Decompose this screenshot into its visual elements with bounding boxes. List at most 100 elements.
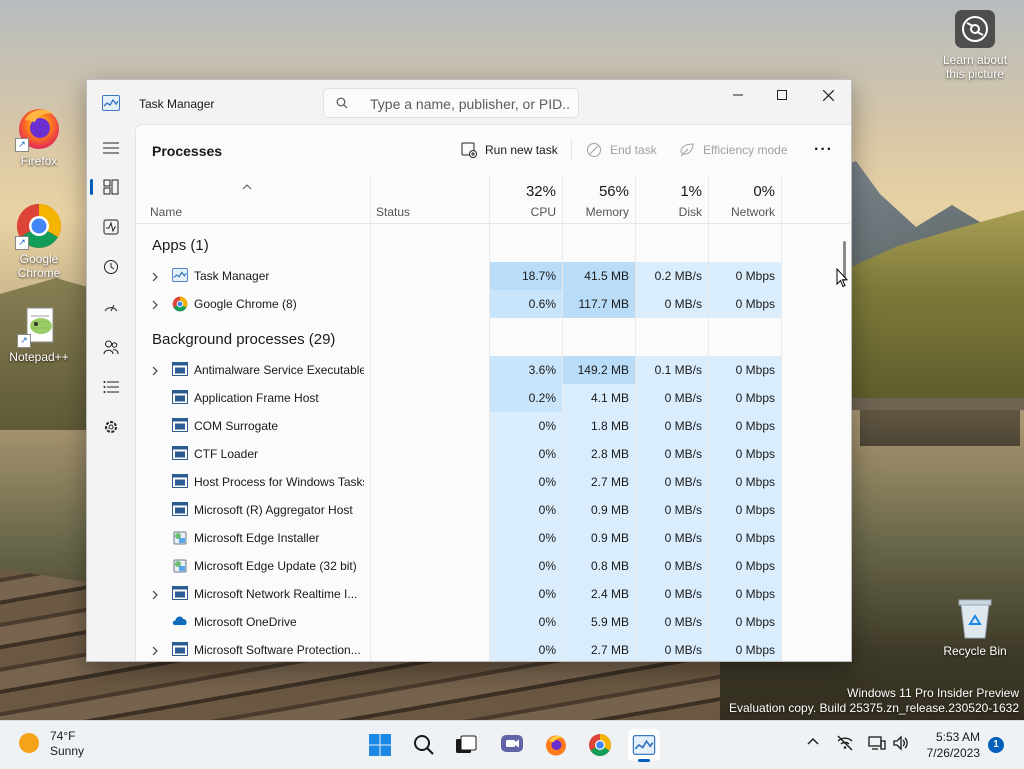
minimize-icon (733, 94, 743, 96)
details-icon (103, 381, 119, 393)
search-box[interactable] (323, 88, 579, 118)
sun-icon (18, 732, 40, 757)
more-options-button[interactable]: ··· (814, 137, 833, 163)
close-button[interactable] (805, 80, 851, 110)
network-off-icon[interactable] (836, 735, 854, 754)
minimize-button[interactable] (715, 80, 761, 110)
desktop-icon-notepad-plus-plus[interactable]: ↗ Notepad++ (1, 304, 77, 364)
leaf-icon (680, 143, 694, 157)
column-header-memory[interactable]: 56% Memory (563, 175, 635, 223)
chevron-right-icon[interactable] (152, 299, 158, 313)
chevron-right-icon[interactable] (152, 589, 158, 603)
display-icon[interactable] (868, 735, 886, 754)
chrome-icon: ↗ (15, 202, 63, 250)
chat-button[interactable] (496, 729, 528, 761)
cpu-cell: 0% (490, 524, 562, 552)
chevron-right-icon[interactable] (152, 271, 158, 285)
page-title: Processes (152, 143, 223, 159)
nav-details[interactable] (93, 371, 129, 403)
search-icon (414, 735, 434, 755)
taskbar-chrome[interactable] (584, 729, 616, 761)
process-row[interactable]: Microsoft Software Protection... 0% 2.7 MB… (136, 636, 850, 661)
learn-about-picture[interactable]: Learn about this picture (936, 10, 1014, 81)
chevron-up-icon[interactable] (806, 735, 820, 752)
disk-cell: 0 MB/s (636, 468, 708, 496)
nav-app-history[interactable] (93, 251, 129, 283)
run-new-task-icon (461, 142, 477, 158)
watermark-line1: Windows 11 Pro Insider Preview (847, 686, 1019, 700)
notification-badge[interactable]: 1 (988, 737, 1004, 753)
efficiency-mode-label: Efficiency mode (703, 143, 788, 157)
process-row[interactable]: COM Surrogate 0% 1.8 MB 0 MB/s 0 Mbps (136, 412, 850, 440)
chrome-icon (589, 734, 611, 756)
process-row[interactable]: Antimalware Service Executable 3.6% 149.2 … (136, 356, 850, 384)
column-header-name[interactable]: Name (136, 175, 370, 223)
process-row[interactable]: Task Manager 18.7% 41.5 MB 0.2 MB/s 0 Mbps (136, 262, 850, 290)
column-header-disk[interactable]: 1% Disk (636, 175, 708, 223)
taskbar-task-manager[interactable] (628, 729, 660, 762)
process-name: Microsoft Edge Installer (194, 531, 320, 545)
memory-cell: 4.1 MB (563, 384, 635, 412)
nav-services[interactable] (93, 411, 129, 443)
process-row[interactable]: Microsoft Network Realtime I... 0% 2.4 MB 0… (136, 580, 850, 608)
maximize-button[interactable] (759, 80, 805, 110)
nav-users[interactable] (93, 331, 129, 363)
weather-widget[interactable]: 74°F Sunny (18, 729, 84, 759)
chrome-icon (172, 296, 188, 312)
process-row[interactable]: Microsoft Edge Update (32 bit) 0% 0.8 MB 0 … (136, 552, 850, 580)
cpu-cell: 0.2% (490, 384, 562, 412)
run-new-task-button[interactable]: Run new task (461, 137, 558, 163)
column-header-network[interactable]: 0% Network (709, 175, 781, 223)
desktop-icon-firefox[interactable]: ↗ Firefox (1, 104, 77, 168)
process-row[interactable]: Microsoft (R) Aggregator Host 0% 0.9 MB 0 M… (136, 496, 850, 524)
clock-time: 5:53 AM (935, 730, 980, 744)
desktop-icon-chrome[interactable]: ↗ Google Chrome (1, 202, 77, 280)
memory-cell: 0.9 MB (563, 524, 635, 552)
service-icon (172, 362, 188, 378)
taskbar-search-button[interactable] (408, 729, 440, 761)
process-row[interactable]: Host Process for Windows Tasks 0% 2.7 MB 0 … (136, 468, 850, 496)
nav-startup-apps[interactable] (93, 291, 129, 323)
desktop-icon-recycle-bin[interactable]: Recycle Bin (940, 596, 1010, 658)
memory-cell: 2.7 MB (563, 636, 635, 661)
end-task-button[interactable]: End task (586, 137, 657, 163)
process-row[interactable]: Microsoft OneDrive 0% 5.9 MB 0 MB/s 0 Mbps (136, 608, 850, 636)
process-row[interactable]: Application Frame Host 0.2% 4.1 MB 0 MB/s 0 … (136, 384, 850, 412)
nav-performance[interactable] (93, 211, 129, 243)
process-row[interactable]: Microsoft Edge Installer 0% 0.9 MB 0 MB/s 0 … (136, 524, 850, 552)
search-input[interactable] (368, 93, 572, 115)
toolbar-divider (571, 139, 572, 161)
nav-processes[interactable] (90, 171, 129, 203)
column-header-cpu[interactable]: 32% CPU (490, 175, 562, 223)
cpu-cell: 0% (490, 468, 562, 496)
task-view-button[interactable] (450, 729, 482, 761)
cpu-cell: 0% (490, 440, 562, 468)
column-header-status[interactable]: Status (370, 175, 489, 223)
memory-cell: 1.8 MB (563, 412, 635, 440)
start-button[interactable] (364, 729, 396, 761)
memory-cell: 2.4 MB (563, 580, 635, 608)
process-name: Microsoft (R) Aggregator Host (194, 503, 353, 517)
memory-cell: 149.2 MB (563, 356, 635, 384)
hamburger-menu-button[interactable] (93, 132, 129, 164)
network-cell: 0 Mbps (709, 552, 781, 580)
task-view-icon (456, 735, 477, 753)
memory-cell: 5.9 MB (563, 608, 635, 636)
group-background-label: Background processes (29) (152, 331, 336, 348)
close-icon (822, 89, 834, 101)
chevron-right-icon[interactable] (152, 365, 158, 379)
service-icon (172, 446, 188, 462)
chevron-right-icon[interactable] (152, 645, 158, 659)
firefox-icon: ↗ (15, 104, 63, 152)
desktop-icon-label: Google Chrome (17, 252, 61, 280)
memory-cell: 2.8 MB (563, 440, 635, 468)
volume-icon[interactable] (892, 735, 908, 754)
system-clock[interactable]: 5:53 AM 7/26/2023 (918, 729, 980, 761)
network-cell: 0 Mbps (709, 412, 781, 440)
efficiency-mode-button[interactable]: Efficiency mode (679, 137, 788, 163)
taskbar-firefox[interactable] (540, 729, 572, 761)
title-bar[interactable]: Task Manager (87, 80, 851, 124)
process-row[interactable]: CTF Loader 0% 2.8 MB 0 MB/s 0 Mbps (136, 440, 850, 468)
service-icon (172, 474, 188, 490)
process-row[interactable]: Google Chrome (8) 0.6% 117.7 MB 0 MB/s 0 Mbp… (136, 290, 850, 318)
